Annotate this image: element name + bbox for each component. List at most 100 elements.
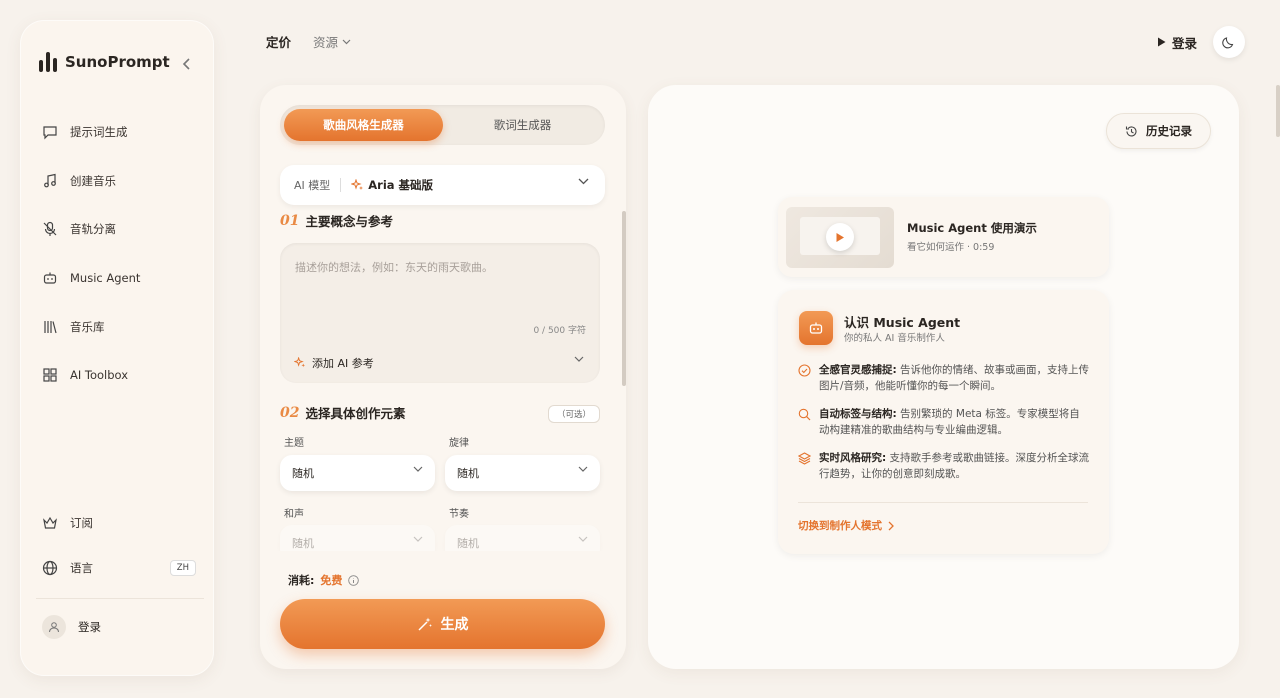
collapse-sidebar-button[interactable] xyxy=(182,56,192,75)
field-label-melody: 旋律 xyxy=(449,438,469,449)
feature-item: 自动标签与结构: 告别繁琐的 Meta 标签。专家模型将自动构建精准的歌曲结构与… xyxy=(798,406,1090,438)
field-label-rhythm: 节奏 xyxy=(449,509,469,520)
history-icon xyxy=(1125,125,1137,137)
sidebar-item-label: 音乐库 xyxy=(70,319,105,334)
cost-row: 消耗: 免费 xyxy=(288,572,360,588)
crown-icon xyxy=(43,516,57,529)
search-icon xyxy=(798,408,811,421)
robot-icon xyxy=(799,311,833,345)
top-nav: 定价 资源 xyxy=(266,32,351,51)
chevron-right-icon xyxy=(888,521,894,530)
sidebar-item-library[interactable]: 音乐库 xyxy=(36,302,202,351)
section-elements-header: 02 选择具体创作元素 xyxy=(280,403,406,422)
sidebar: SunoPrompt 提示词生成 创建音乐 音轨分离 Music Agent 音… xyxy=(20,20,214,676)
sidebar-item-prompt[interactable]: 提示词生成 xyxy=(36,108,202,157)
globe-icon xyxy=(42,560,58,575)
info-subtitle: 你的私人 AI 音乐制作人 xyxy=(844,333,945,344)
sidebar-item-subscribe[interactable]: 订阅 xyxy=(36,500,202,545)
rhythm-dropdown[interactable]: 随机 xyxy=(445,525,600,551)
model-value: Aria 基础版 xyxy=(368,178,434,192)
feature-title: 自动标签与结构: xyxy=(819,408,897,420)
harmony-dropdown[interactable]: 随机 xyxy=(280,525,435,551)
char-count: 0 / 500 字符 xyxy=(533,326,586,336)
separator xyxy=(340,178,342,192)
top-login-button[interactable]: 登录 xyxy=(1157,33,1197,52)
mic-off-icon xyxy=(43,222,57,237)
moon-icon xyxy=(1222,37,1234,49)
chevron-down-icon[interactable] xyxy=(574,356,584,362)
robot-icon xyxy=(43,272,57,284)
tab-style-generator[interactable]: 歌曲风格生成器 xyxy=(284,109,443,141)
sidebar-item-label: 音轨分离 xyxy=(70,222,116,237)
sparkle-icon xyxy=(351,178,364,190)
dropdown-value: 随机 xyxy=(292,537,314,550)
sidebar-item-language[interactable]: 语言 ZH xyxy=(36,545,202,590)
play-arrow-icon xyxy=(1157,37,1166,47)
chevron-down-icon xyxy=(578,536,588,542)
add-reference-label: 添加 AI 参考 xyxy=(312,357,374,370)
switch-producer-mode-link[interactable]: 切换到制作人模式 xyxy=(798,518,894,533)
sidebar-nav: 提示词生成 创建音乐 音轨分离 Music Agent 音乐库 AI Toolb… xyxy=(36,108,202,400)
dropdown-value: 随机 xyxy=(457,537,479,550)
info-icon[interactable] xyxy=(348,574,360,586)
agent-panel: 历史记录 Music Agent 使用演示 看它如何运作 · 0:59 认识 M… xyxy=(648,85,1239,669)
field-label-harmony: 和声 xyxy=(284,509,304,520)
chat-icon xyxy=(43,126,57,140)
sidebar-item-music-agent[interactable]: Music Agent xyxy=(36,254,202,303)
avatar xyxy=(42,615,66,639)
play-icon xyxy=(836,232,844,242)
concept-textarea[interactable]: 描述你的想法，例如：东天的雨天歌曲。 0 / 500 字符 添加 AI 参考 xyxy=(280,243,600,383)
page-scrollbar[interactable] xyxy=(1276,85,1280,137)
feature-item: 实时风格研究: 支持歌手参考或歌曲链接。深度分析全球流行趋势，让你的创意即刻成歌… xyxy=(798,450,1090,482)
theme-toggle-button[interactable] xyxy=(1213,26,1245,58)
magic-wand-icon xyxy=(417,617,432,631)
generator-tabs: 歌曲风格生成器 歌词生成器 xyxy=(280,105,605,145)
chevron-down-icon xyxy=(578,178,589,185)
model-select[interactable]: AI 模型 Aria 基础版 xyxy=(280,165,605,205)
history-label: 历史记录 xyxy=(1146,124,1192,138)
sidebar-item-label: 提示词生成 xyxy=(70,125,128,140)
sidebar-item-stem-split[interactable]: 音轨分离 xyxy=(36,205,202,254)
generate-button[interactable]: 生成 xyxy=(280,599,605,649)
chevron-down-icon xyxy=(578,466,588,472)
chevron-left-icon xyxy=(182,58,190,70)
field-label-theme: 主题 xyxy=(284,438,304,449)
divider xyxy=(798,502,1088,503)
chevron-down-icon xyxy=(413,536,423,542)
textarea-placeholder: 描述你的想法，例如：东天的雨天歌曲。 xyxy=(295,261,493,274)
sidebar-bottom: 订阅 语言 ZH 登录 xyxy=(36,500,204,647)
nav-pricing[interactable]: 定价 xyxy=(266,32,291,51)
cost-value: 免费 xyxy=(320,574,343,587)
sidebar-item-label: AI Toolbox xyxy=(70,368,129,383)
agent-info-card: 认识 Music Agent 你的私人 AI 音乐制作人 全感官灵感捕捉: 告诉… xyxy=(778,290,1109,554)
info-title: 认识 Music Agent xyxy=(844,315,961,330)
panel-scrollbar[interactable] xyxy=(622,211,626,386)
demo-video-card[interactable]: Music Agent 使用演示 看它如何运作 · 0:59 xyxy=(778,197,1109,277)
section-number: 02 xyxy=(280,404,300,421)
sidebar-item-label: 创建音乐 xyxy=(70,173,116,188)
sidebar-item-ai-toolbox[interactable]: AI Toolbox xyxy=(36,351,202,400)
top-login-label: 登录 xyxy=(1171,35,1197,51)
theme-dropdown[interactable]: 随机 xyxy=(280,455,435,491)
video-title: Music Agent 使用演示 xyxy=(907,221,1037,235)
logo-bars-icon xyxy=(39,52,57,72)
video-thumbnail[interactable] xyxy=(786,207,894,268)
play-button[interactable] xyxy=(826,223,854,251)
nav-resources-label: 资源 xyxy=(313,35,339,50)
language-badge[interactable]: ZH xyxy=(169,559,196,576)
generator-scroll-area[interactable]: 01 主要概念与参考 描述你的想法，例如：东天的雨天歌曲。 0 / 500 字符… xyxy=(260,205,626,551)
sidebar-item-create-music[interactable]: 创建音乐 xyxy=(36,157,202,206)
melody-dropdown[interactable]: 随机 xyxy=(445,455,600,491)
add-reference-button[interactable]: 添加 AI 参考 xyxy=(294,355,374,371)
language-label: 语言 xyxy=(70,560,93,575)
sidebar-login[interactable]: 登录 xyxy=(36,607,202,647)
nav-resources[interactable]: 资源 xyxy=(313,32,351,51)
chevron-down-icon xyxy=(413,466,423,472)
tab-lyrics-generator[interactable]: 歌词生成器 xyxy=(443,109,602,141)
app-name: SunoPrompt xyxy=(65,53,170,71)
grid-icon xyxy=(43,368,57,382)
app-logo[interactable]: SunoPrompt xyxy=(39,52,170,72)
login-label: 登录 xyxy=(78,620,101,634)
music-note-icon xyxy=(44,173,56,188)
history-button[interactable]: 历史记录 xyxy=(1106,113,1211,149)
